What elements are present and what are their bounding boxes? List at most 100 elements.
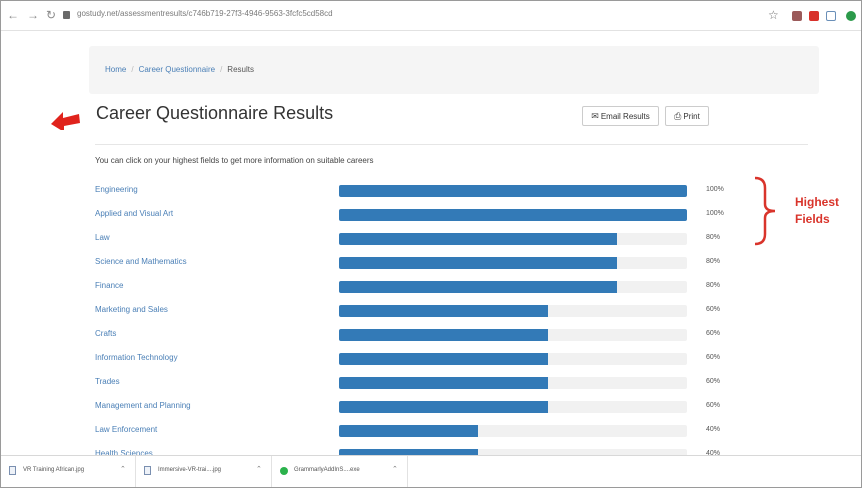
result-row: Information Technology 60% — [1, 350, 861, 374]
extension-icon[interactable] — [792, 11, 802, 21]
result-row: Science and Mathematics 80% — [1, 254, 861, 278]
percent-label: 40% — [706, 426, 721, 433]
percent-label: 100% — [706, 210, 724, 217]
progress-track — [339, 305, 687, 317]
progress-bar — [339, 377, 548, 389]
progress-bar — [339, 329, 548, 341]
grammarly-icon — [280, 467, 288, 475]
field-link[interactable]: Crafts — [95, 329, 116, 338]
field-link[interactable]: Trades — [95, 377, 120, 386]
percent-label: 60% — [706, 378, 721, 385]
progress-bar — [339, 185, 687, 197]
field-link[interactable]: Law Enforcement — [95, 425, 157, 434]
back-icon[interactable]: ← — [7, 7, 19, 23]
progress-track — [339, 401, 687, 413]
result-row: Engineering 100% — [1, 182, 861, 206]
percent-label: 80% — [706, 234, 721, 241]
youtube-icon[interactable] — [809, 11, 819, 21]
browser-toolbar: ← → ↻ gostudy.net/assessmentresults/c746… — [1, 1, 861, 31]
result-row: Trades 60% — [1, 374, 861, 398]
download-name: VR Training African.jpg — [23, 467, 85, 473]
breadcrumb-career-questionnaire[interactable]: Career Questionnaire — [139, 65, 215, 74]
result-row: Marketing and Sales 60% — [1, 302, 861, 326]
divider — [95, 144, 808, 145]
result-row: Law 80% — [1, 230, 861, 254]
print-button[interactable]: ⎙ Print — [665, 106, 709, 126]
progress-bar — [339, 209, 687, 221]
progress-bar — [339, 401, 548, 413]
progress-bar — [339, 425, 478, 437]
download-item[interactable]: Immersive-VR-trai....jpg ⌃ — [136, 456, 272, 487]
bookmark-star-icon[interactable]: ☆ — [768, 8, 779, 22]
progress-track — [339, 425, 687, 437]
highest-fields-annotation: Highest Fields — [795, 195, 840, 226]
progress-bar — [339, 257, 617, 269]
printer-icon: ⎙ — [674, 110, 682, 121]
progress-bar — [339, 305, 548, 317]
field-link[interactable]: Applied and Visual Art — [95, 209, 173, 218]
progress-bar — [339, 353, 548, 365]
progress-track — [339, 257, 687, 269]
progress-bar — [339, 281, 617, 293]
chevron-up-icon[interactable]: ⌃ — [256, 465, 262, 473]
address-bar[interactable]: gostudy.net/assessmentresults/c746b719-2… — [63, 7, 743, 25]
download-name: Immersive-VR-trai....jpg — [158, 467, 222, 473]
page-title: Career Questionnaire Results — [96, 103, 334, 123]
email-results-label: Email Results — [600, 111, 650, 121]
field-link[interactable]: Marketing and Sales — [95, 305, 168, 314]
chevron-up-icon[interactable]: ⌃ — [120, 465, 126, 473]
address-bar-url[interactable]: gostudy.net/assessmentresults/c746b719-2… — [77, 9, 333, 18]
field-link[interactable]: Law — [95, 233, 110, 242]
breadcrumb-current: Results — [227, 65, 254, 74]
email-results-button[interactable]: ✉ Email Results — [582, 106, 659, 126]
profile-icon[interactable] — [846, 11, 856, 21]
result-row: Health Sciences 40% — [1, 446, 861, 455]
progress-track — [339, 281, 687, 293]
download-item[interactable]: VR Training African.jpg ⌃ — [1, 456, 136, 487]
lock-icon — [63, 11, 70, 19]
progress-track — [339, 209, 687, 221]
percent-label: 60% — [706, 402, 721, 409]
field-link[interactable]: Information Technology — [95, 353, 178, 362]
reload-icon[interactable]: ↻ — [46, 7, 56, 23]
forward-icon[interactable]: → — [27, 7, 39, 23]
percent-label: 80% — [706, 258, 721, 265]
field-link[interactable]: Engineering — [95, 185, 138, 194]
chevron-up-icon[interactable]: ⌃ — [392, 465, 398, 473]
percent-label: 60% — [706, 330, 721, 337]
envelope-icon: ✉ — [591, 110, 599, 121]
result-row: Law Enforcement 40% — [1, 422, 861, 446]
progress-bar — [339, 233, 617, 245]
result-row: Finance 80% — [1, 278, 861, 302]
download-shelf: VR Training African.jpg ⌃ Immersive-VR-t… — [1, 455, 861, 487]
breadcrumb-separator: / — [131, 65, 134, 74]
progress-track — [339, 185, 687, 197]
image-file-icon — [9, 466, 16, 475]
result-row: Applied and Visual Art 100% — [1, 206, 861, 230]
result-row: Crafts 60% — [1, 326, 861, 350]
progress-track — [339, 353, 687, 365]
percent-label: 80% — [706, 282, 721, 289]
progress-track — [339, 377, 687, 389]
progress-track — [339, 329, 687, 341]
field-link[interactable]: Finance — [95, 281, 123, 290]
annotation-bracket — [754, 176, 776, 246]
percent-label: 60% — [706, 354, 721, 361]
breadcrumb-home[interactable]: Home — [105, 65, 126, 74]
breadcrumb: Home / Career Questionnaire / Results — [89, 46, 819, 94]
progress-track — [339, 233, 687, 245]
download-item[interactable]: GrammarlyAddInS....exe ⌃ — [272, 456, 408, 487]
download-name: GrammarlyAddInS....exe — [294, 467, 360, 473]
intro-text: You can click on your highest fields to … — [95, 156, 374, 165]
field-link[interactable]: Science and Mathematics — [95, 257, 187, 266]
field-link[interactable]: Management and Planning — [95, 401, 191, 410]
annotation-arrow-icon — [51, 112, 80, 130]
extension-shield-icon[interactable] — [826, 11, 836, 21]
image-file-icon — [144, 466, 151, 475]
breadcrumb-separator: / — [220, 65, 223, 74]
percent-label: 100% — [706, 186, 724, 193]
print-label: Print — [683, 111, 700, 121]
page-content: Home / Career Questionnaire / Results Career… — [1, 31, 861, 455]
percent-label: 60% — [706, 306, 721, 313]
result-row: Management and Planning 60% — [1, 398, 861, 422]
